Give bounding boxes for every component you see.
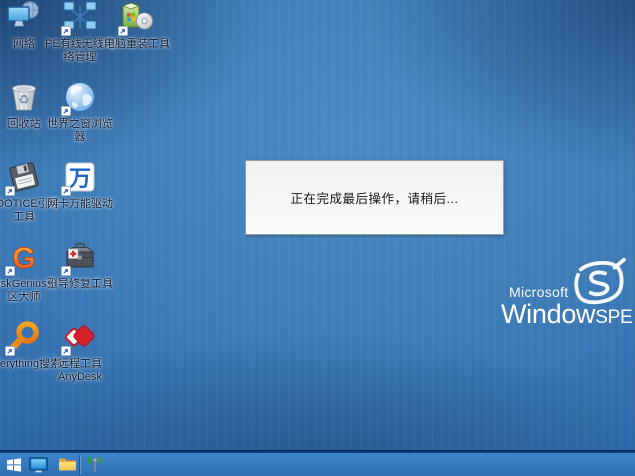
shortcut-arrow-icon (118, 26, 128, 36)
shortcut-arrow-icon (5, 266, 15, 276)
start-button[interactable] (1, 453, 27, 476)
taskbar-explorer-button[interactable] (54, 453, 80, 476)
windows-logo-icon (6, 457, 22, 472)
desktop-icon-diskgenius[interactable]: G DiskGenius分区大师 (0, 240, 52, 303)
bootice-floppy-icon (7, 160, 41, 196)
desktop-icon-theworld-browser[interactable]: 世界之窗浏览器 (52, 80, 108, 143)
pe-network-manager-icon (63, 0, 97, 36)
network-icon (7, 0, 41, 36)
wan-driver-icon: 万 (63, 160, 97, 196)
desktop-icon-universal-nic-driver[interactable]: 万 网卡万能驱动 (52, 160, 108, 211)
recycle-bin-icon: ♻ (7, 80, 41, 116)
shortcut-arrow-icon (5, 346, 15, 356)
diskgenius-icon: G (7, 240, 41, 276)
shortcut-arrow-icon (61, 26, 71, 36)
icon-label: 远程工具AnyDesk (42, 358, 118, 383)
taskbar[interactable] (0, 453, 635, 476)
desktop-icon-pc-reinstall-tool[interactable]: 电脑重装工具 (109, 0, 165, 51)
shortcut-arrow-icon (61, 106, 71, 116)
desktop-icon-pe-network-manager[interactable]: PE有线无线网络管理 (52, 0, 108, 63)
dialog-message: 正在完成最后操作，请稍后... (291, 188, 459, 207)
windowspe-text: WindowSPE (501, 299, 632, 330)
please-wait-dialog: 正在完成最后操作，请稍后... (245, 160, 504, 235)
boot-repair-toolbox-icon (63, 240, 97, 276)
pc-reinstall-tool-icon (120, 0, 154, 36)
svg-text:万: 万 (68, 166, 91, 191)
icon-label: 网卡万能驱动 (42, 198, 118, 211)
icon-label: 引导修复工具 (42, 278, 118, 291)
monitor-icon (29, 457, 48, 473)
shortcut-arrow-icon (5, 186, 15, 196)
taskbar-network-signal-button[interactable] (82, 453, 108, 476)
shortcut-arrow-icon (61, 266, 71, 276)
desktop-icon-boot-repair-tool[interactable]: 引导修复工具 (52, 240, 108, 291)
shortcut-arrow-icon (61, 346, 71, 356)
folder-icon (58, 457, 77, 472)
everything-magnifier-icon (7, 320, 41, 356)
microsoft-text: Microsoft (509, 284, 569, 300)
desktop-icon-anydesk[interactable]: 远程工具AnyDesk (52, 320, 108, 383)
desktop-icon-bootice[interactable]: BOOTICE引导工具 (0, 160, 52, 223)
anydesk-icon (63, 320, 97, 356)
icon-label: 世界之窗浏览器 (42, 118, 118, 143)
windowspe-logo: Microsoft WindowSPE (501, 262, 635, 340)
theworld-browser-icon (63, 80, 97, 116)
taskbar-separator (79, 455, 80, 474)
svg-text:♻: ♻ (18, 92, 30, 107)
shortcut-arrow-icon (61, 186, 71, 196)
taskbar-computer-button[interactable] (25, 453, 51, 476)
wireless-antenna-icon (86, 456, 104, 473)
icon-label: 电脑重装工具 (99, 38, 175, 51)
svg-text:G: G (12, 242, 35, 274)
